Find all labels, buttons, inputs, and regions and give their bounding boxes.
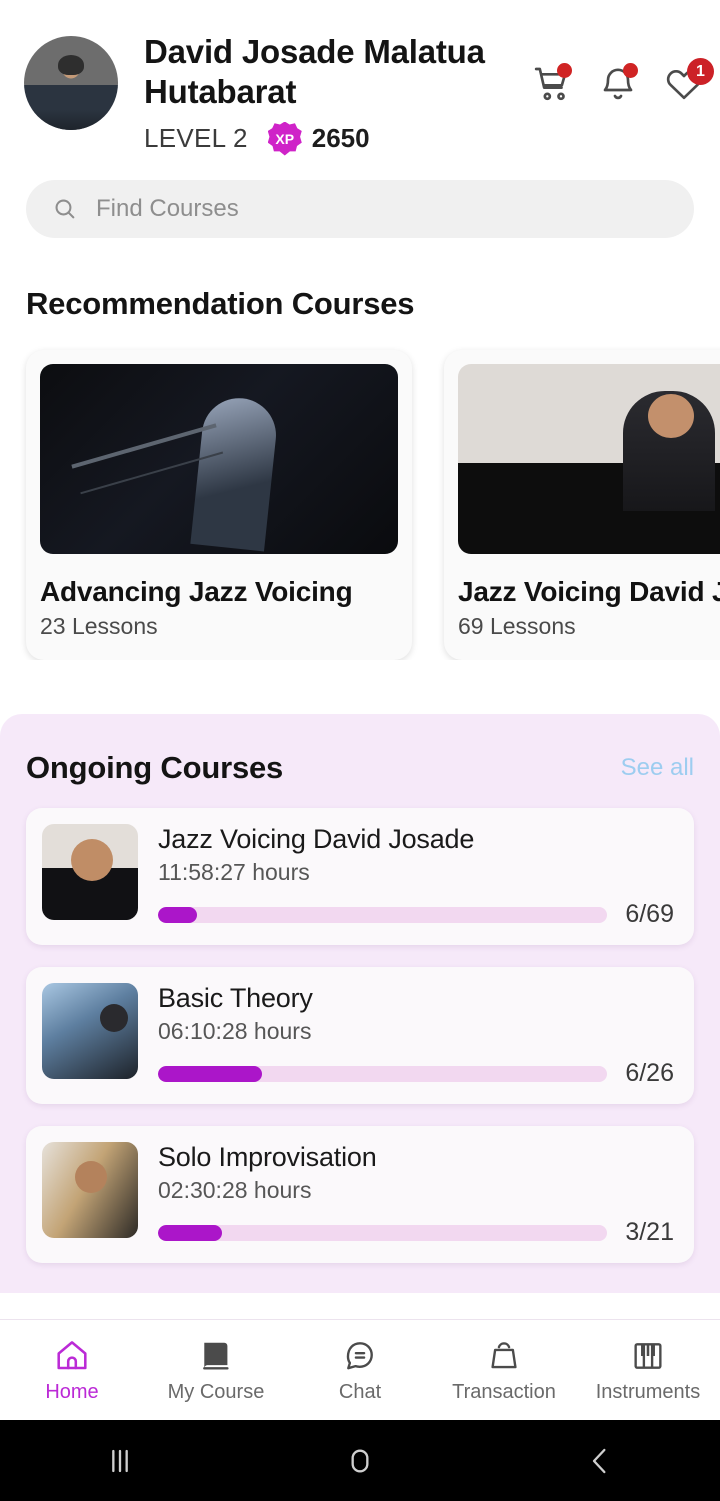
course-lesson-count: 69 Lessons <box>458 613 576 639</box>
search-icon <box>55 199 75 219</box>
recommendation-card[interactable]: Jazz Voicing David Josade 69 Lessons <box>444 350 720 660</box>
notifications-badge-dot <box>623 63 638 78</box>
progress-row: 3/21 <box>158 1218 674 1247</box>
progress-ratio: 3/21 <box>625 1218 674 1246</box>
course-title: Jazz Voicing David Josade <box>158 824 475 854</box>
recommendation-section-title: Recommendation Courses <box>26 286 415 321</box>
android-system-bar <box>0 1420 720 1501</box>
course-thumbnail <box>42 824 138 920</box>
see-all-link[interactable]: See all <box>621 754 694 782</box>
course-thumbnail <box>42 1142 138 1238</box>
page-title: David Josade Malatua Hutabarat <box>144 33 485 111</box>
xp-group: XP 2650 <box>267 121 370 156</box>
back-chevron-icon <box>592 1448 606 1473</box>
profile-text-block: David Josade Malatua Hutabarat LEVEL 2 X… <box>118 32 532 156</box>
ongoing-course-item[interactable]: Solo Improvisation 02:30:28 hours 3/21 <box>26 1126 694 1263</box>
course-details: Basic Theory 06:10:28 hours 6/26 <box>158 983 674 1088</box>
recents-icon <box>112 1449 128 1472</box>
nav-item-home[interactable]: Home <box>0 1337 144 1404</box>
level-label: LEVEL 2 <box>144 123 248 153</box>
nav-item-my-course[interactable]: My Course <box>144 1337 288 1404</box>
back-button[interactable] <box>480 1441 720 1481</box>
nav-label-instruments: Instruments <box>595 1380 701 1403</box>
course-duration: 06:10:28 hours <box>158 1018 312 1044</box>
ongoing-course-item[interactable]: Jazz Voicing David Josade 11:58:27 hours… <box>26 808 694 945</box>
nav-item-transaction[interactable]: Transaction <box>432 1337 576 1404</box>
home-circle-icon <box>351 1449 369 1472</box>
notifications-button[interactable] <box>598 63 638 104</box>
progress-ratio: 6/26 <box>625 1059 674 1087</box>
xp-value: 2650 <box>311 123 370 153</box>
progress-bar <box>158 1224 608 1241</box>
profile-header: David Josade Malatua Hutabarat LEVEL 2 X… <box>0 0 720 180</box>
course-details: Jazz Voicing David Josade 11:58:27 hours… <box>158 824 674 929</box>
course-lesson-count: 23 Lessons <box>40 613 158 639</box>
ongoing-courses-panel: Ongoing Courses See all Jazz Voicing Dav… <box>0 714 720 1293</box>
progress-row: 6/69 <box>158 900 674 929</box>
nav-label-my-course: My Course <box>167 1380 265 1403</box>
course-thumbnail <box>40 364 398 554</box>
book-icon <box>203 1342 229 1370</box>
app-root: David Josade Malatua Hutabarat LEVEL 2 X… <box>0 0 720 1501</box>
course-title: Advancing Jazz Voicing <box>40 576 353 607</box>
progress-row: 6/26 <box>158 1059 674 1088</box>
course-thumbnail <box>458 364 720 554</box>
ongoing-course-item[interactable]: Basic Theory 06:10:28 hours 6/26 <box>26 967 694 1104</box>
course-title: Basic Theory <box>158 983 313 1013</box>
progress-ratio: 6/69 <box>625 900 674 928</box>
wishlist-button[interactable]: 1 <box>664 58 714 104</box>
progress-fill <box>158 1224 223 1241</box>
cart-badge-dot <box>557 63 572 78</box>
avatar[interactable] <box>24 36 118 130</box>
cart-button[interactable] <box>532 63 572 104</box>
progress-fill <box>158 906 198 923</box>
recommendation-carousel[interactable]: Advancing Jazz Voicing 23 Lessons Jazz V… <box>0 322 720 660</box>
course-title: Jazz Voicing David Josade <box>458 576 720 607</box>
progress-bar <box>158 906 608 923</box>
course-title: Solo Improvisation <box>158 1142 377 1172</box>
course-duration: 11:58:27 hours <box>158 859 310 885</box>
xp-badge-icon: XP <box>267 121 302 156</box>
search-input[interactable] <box>96 195 668 223</box>
course-details: Solo Improvisation 02:30:28 hours 3/21 <box>158 1142 674 1247</box>
wishlist-count-badge: 1 <box>687 58 714 85</box>
progress-bar <box>158 1065 608 1082</box>
nav-item-chat[interactable]: Chat <box>288 1337 432 1404</box>
search-bar[interactable] <box>26 180 694 238</box>
nav-label-transaction: Transaction <box>452 1380 556 1403</box>
piano-keys-icon <box>634 1342 662 1369</box>
ongoing-section-title: Ongoing Courses <box>26 750 284 785</box>
nav-item-instruments[interactable]: Instruments <box>576 1337 720 1404</box>
bag-icon <box>491 1341 517 1368</box>
course-duration: 02:30:28 hours <box>158 1177 312 1203</box>
level-row: LEVEL 2 XP 2650 <box>144 121 532 156</box>
bottom-navigation: Home My Course Chat Transaction Instrume… <box>0 1319 720 1420</box>
nav-label-home: Home <box>45 1380 99 1403</box>
recents-button[interactable] <box>0 1441 240 1481</box>
chat-bubble-icon <box>346 1341 373 1369</box>
progress-fill <box>158 1065 262 1082</box>
home-button[interactable] <box>240 1441 480 1481</box>
recommendation-card[interactable]: Advancing Jazz Voicing 23 Lessons <box>26 350 412 660</box>
course-thumbnail <box>42 983 138 1079</box>
ongoing-header: Ongoing Courses See all <box>26 750 694 786</box>
nav-label-chat: Chat <box>338 1380 382 1403</box>
header-actions: 1 <box>532 32 714 104</box>
home-icon <box>57 1340 87 1369</box>
